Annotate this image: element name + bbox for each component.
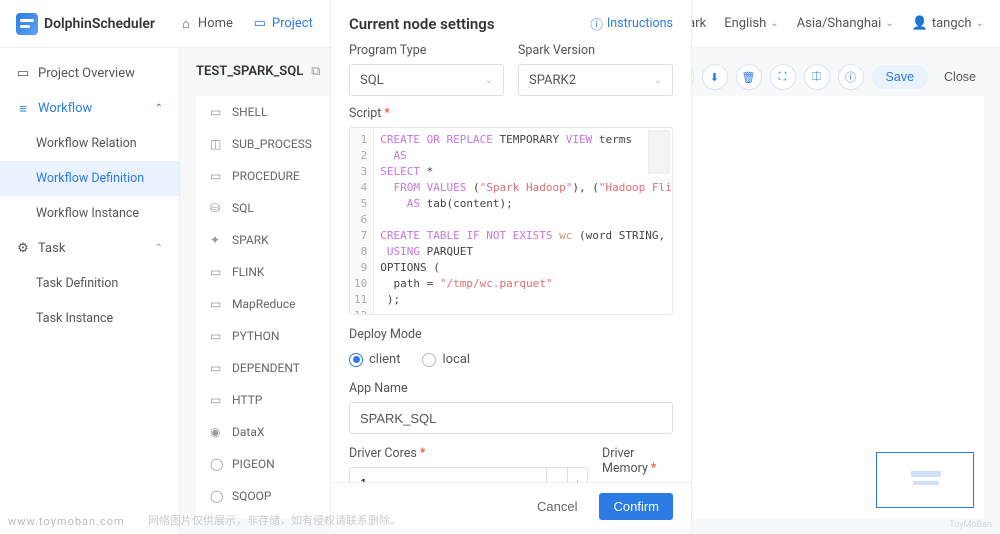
script-label: Script* xyxy=(349,106,673,121)
chevron-down-icon: ⌄ xyxy=(885,18,893,29)
sidebar-task-definition[interactable]: Task Definition xyxy=(0,266,179,301)
chevron-down-icon: ⌄ xyxy=(976,18,984,29)
deploy-client-option[interactable]: client xyxy=(349,352,400,367)
sidebar-task[interactable]: ⚙Task⌃ xyxy=(0,231,179,266)
app-name-input[interactable] xyxy=(349,402,673,434)
copy-icon[interactable]: ⧉ xyxy=(311,64,320,79)
subprocess-icon: ◫ xyxy=(210,137,224,151)
decrement-button[interactable]: − xyxy=(547,468,567,482)
deploy-local-option[interactable]: local xyxy=(422,352,470,367)
driver-cores-stepper[interactable]: −+ xyxy=(349,467,588,482)
task-dependent[interactable]: ▭DEPENDENT xyxy=(196,352,345,384)
task-datax[interactable]: ◉DataX xyxy=(196,416,345,448)
code-minimap[interactable] xyxy=(648,130,670,174)
chevron-up-icon: ⌃ xyxy=(155,103,163,114)
chevron-up-icon: ⌃ xyxy=(155,243,163,254)
sql-icon: ⛁ xyxy=(210,201,224,215)
brand-text: DolphinScheduler xyxy=(44,16,155,32)
delete-button[interactable]: 🗑 xyxy=(736,64,762,90)
overview-icon: ▭ xyxy=(16,67,30,81)
workflow-title: TEST_SPARK_SQL xyxy=(196,64,303,79)
spark-version-select[interactable]: SPARK2⌄ xyxy=(518,64,673,96)
panel-title: Current node settings xyxy=(349,15,495,33)
line-gutter: 1234567891011121314151617 xyxy=(350,128,374,314)
nav-home[interactable]: ⌂Home xyxy=(179,16,233,31)
task-mapreduce[interactable]: ▭MapReduce xyxy=(196,288,345,320)
sidebar-workflow-instance[interactable]: Workflow Instance xyxy=(0,196,179,231)
sidebar-task-instance[interactable]: Task Instance xyxy=(0,301,179,336)
task-procedure[interactable]: ▭PROCEDURE xyxy=(196,160,345,192)
user-icon: 👤 xyxy=(912,16,928,31)
confirm-button[interactable]: Confirm xyxy=(599,493,673,520)
user-menu[interactable]: 👤tangch⌄ xyxy=(912,16,984,31)
format-button[interactable]: ⎅ xyxy=(804,64,830,90)
code-content[interactable]: CREATE OR REPLACE TEMPORARY VIEW terms A… xyxy=(374,128,672,314)
save-button[interactable]: Save xyxy=(872,65,929,89)
driver-cores-label: Driver Cores* xyxy=(349,446,588,461)
mapreduce-icon: ▭ xyxy=(210,297,224,311)
sidebar-project-overview[interactable]: ▭Project Overview xyxy=(0,56,179,91)
task-pigeon[interactable]: ◯PIGEON xyxy=(196,448,345,480)
deploy-mode-label: Deploy Mode xyxy=(349,327,673,342)
datax-icon: ◉ xyxy=(210,425,224,439)
chevron-down-icon: ⌄ xyxy=(654,75,662,86)
minimap[interactable] xyxy=(876,452,974,508)
increment-button[interactable]: + xyxy=(567,468,587,482)
sidebar: ▭Project Overview ≡Workflow⌃ Workflow Re… xyxy=(0,48,180,534)
task-sqoop[interactable]: ◯SQOOP xyxy=(196,480,345,512)
task-http[interactable]: ▭HTTP xyxy=(196,384,345,416)
gear-icon: ⚙ xyxy=(16,242,30,256)
task-palette: ▭SHELL ◫SUB_PROCESS ▭PROCEDURE ⛁SQL ✦SPA… xyxy=(196,96,346,518)
logo-icon xyxy=(16,13,38,35)
help-icon: ⓘ xyxy=(590,14,603,33)
task-spark[interactable]: ✦SPARK xyxy=(196,224,345,256)
chevron-down-icon: ⌄ xyxy=(485,75,493,86)
footer-brand: ToyMoBan xyxy=(949,520,992,530)
sidebar-workflow-relation[interactable]: Workflow Relation xyxy=(0,126,179,161)
dependent-icon: ▭ xyxy=(210,361,224,375)
task-flink[interactable]: ▭FLINK xyxy=(196,256,345,288)
program-type-label: Program Type xyxy=(349,43,504,58)
info-button[interactable]: ⓘ xyxy=(838,64,864,90)
node-settings-panel: Current node settings ⓘInstructions Prog… xyxy=(330,0,692,530)
flink-icon: ▭ xyxy=(210,265,224,279)
timezone-select[interactable]: Asia/Shanghai⌄ xyxy=(797,16,894,31)
chevron-down-icon: ⌄ xyxy=(770,18,778,29)
http-icon: ▭ xyxy=(210,393,224,407)
cancel-button[interactable]: Cancel xyxy=(525,493,589,520)
python-icon: ▭ xyxy=(210,329,224,343)
deploy-mode-radio: client local xyxy=(349,348,673,371)
home-icon: ⌂ xyxy=(179,17,193,31)
download-button[interactable]: ⬇ xyxy=(702,64,728,90)
shell-icon: ▭ xyxy=(210,105,224,119)
watermark: www.toymoban.com xyxy=(8,515,125,528)
task-sub-process[interactable]: ◫SUB_PROCESS xyxy=(196,128,345,160)
program-type-select[interactable]: SQL⌄ xyxy=(349,64,504,96)
task-sql[interactable]: ⛁SQL xyxy=(196,192,345,224)
app-name-label: App Name xyxy=(349,381,673,396)
close-button[interactable]: Close xyxy=(936,65,984,89)
spark-icon: ✦ xyxy=(210,233,224,247)
driver-memory-label: Driver Memory* xyxy=(602,446,673,476)
project-icon: ▭ xyxy=(253,17,267,31)
pigeon-icon: ◯ xyxy=(210,457,224,471)
spark-version-label: Spark Version xyxy=(518,43,673,58)
app-logo[interactable]: DolphinScheduler xyxy=(16,13,155,35)
nav-project[interactable]: ▭Project xyxy=(253,16,313,31)
fullscreen-button[interactable]: ⛶ xyxy=(770,64,796,90)
instructions-link[interactable]: ⓘInstructions xyxy=(590,14,673,33)
watermark-note: 网络图片仅供展示，非存储，如有侵权请联系删除。 xyxy=(148,512,401,528)
language-select[interactable]: English⌄ xyxy=(724,16,778,31)
minimap-node xyxy=(913,481,939,485)
task-python[interactable]: ▭PYTHON xyxy=(196,320,345,352)
sidebar-workflow-definition[interactable]: Workflow Definition xyxy=(0,161,179,196)
procedure-icon: ▭ xyxy=(210,169,224,183)
sidebar-workflow[interactable]: ≡Workflow⌃ xyxy=(0,91,179,126)
minimap-node xyxy=(911,471,941,477)
workflow-icon: ≡ xyxy=(16,102,30,116)
script-editor[interactable]: 1234567891011121314151617 CREATE OR REPL… xyxy=(349,127,673,315)
task-shell[interactable]: ▭SHELL xyxy=(196,96,345,128)
sqoop-icon: ◯ xyxy=(210,489,224,503)
